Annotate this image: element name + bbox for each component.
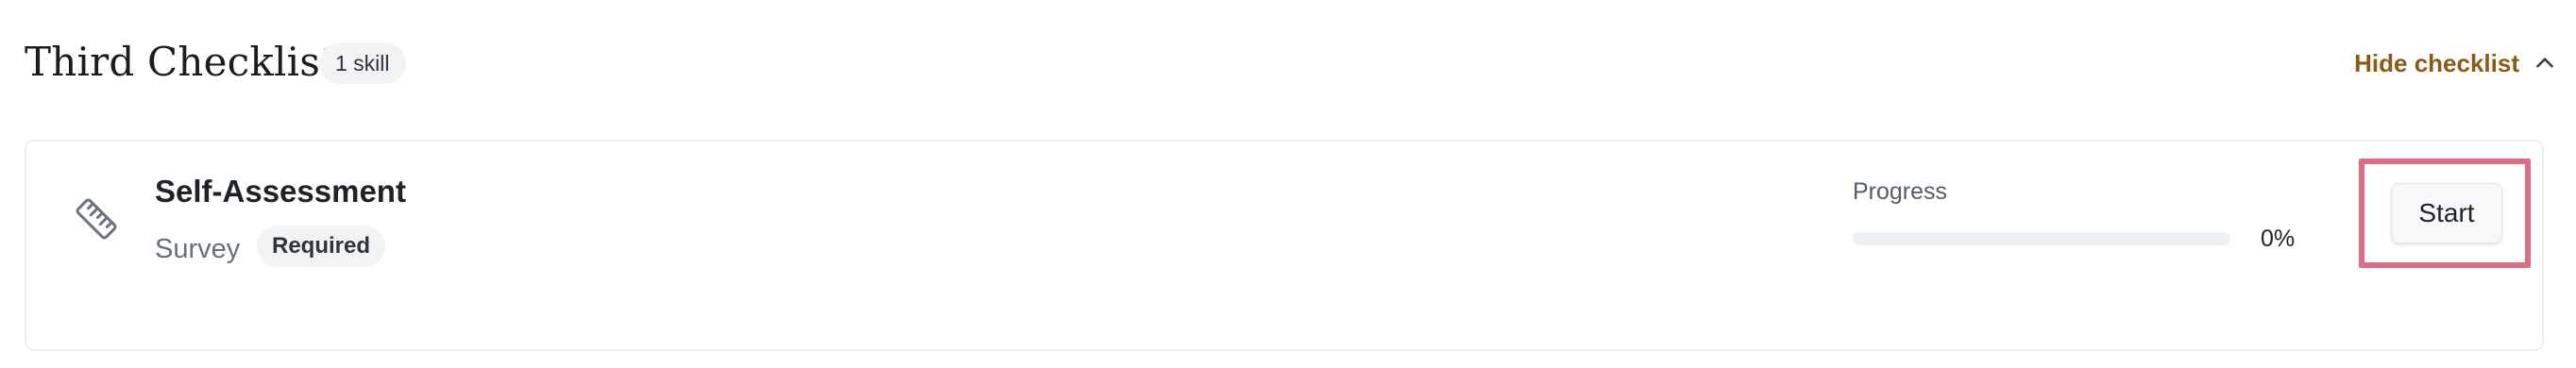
item-type-label: Survey: [155, 234, 241, 264]
required-badge: Required: [257, 226, 386, 267]
checklist-item-card: Self-Assessment Survey Required Progress…: [25, 140, 2544, 351]
hide-checklist-label: Hide checklist: [2354, 48, 2519, 77]
hide-checklist-button[interactable]: Hide checklist: [2354, 40, 2557, 87]
skill-count-badge: 1 skill: [319, 42, 406, 84]
chevron-up-icon: [2536, 58, 2553, 68]
progress-bar: [1853, 232, 2230, 245]
checklist-section: Third Checklist 1 skill Hide checklist S…: [0, 0, 2576, 368]
start-button[interactable]: Start: [2391, 183, 2502, 243]
item-title: Self-Assessment: [155, 174, 406, 209]
progress-percent: 0%: [2261, 226, 2296, 252]
checklist-title: Third Checklist: [25, 39, 337, 85]
ruler-icon: [76, 198, 117, 240]
checklist-header: Third Checklist 1 skill Hide checklist: [25, 28, 2557, 100]
progress-label: Progress: [1853, 178, 1948, 205]
